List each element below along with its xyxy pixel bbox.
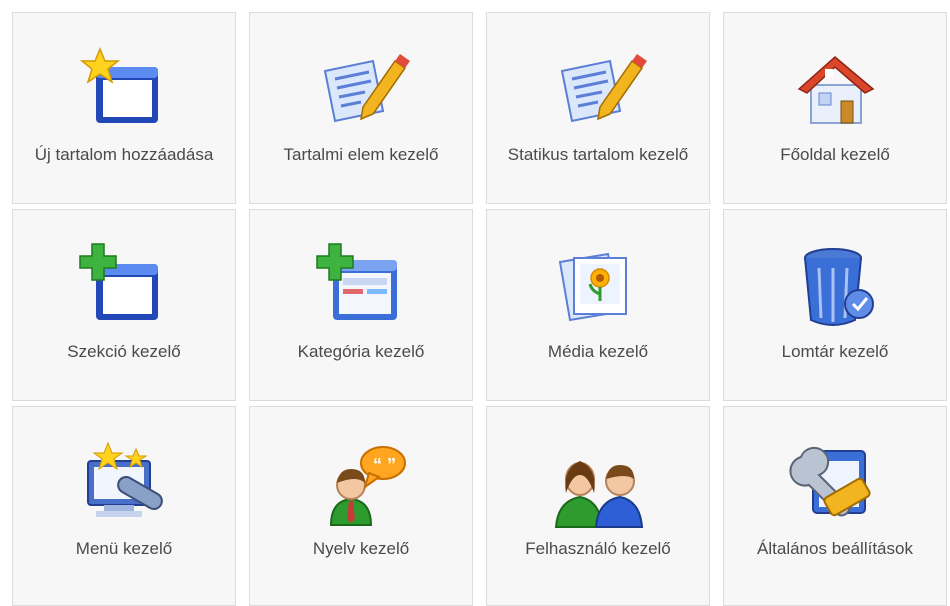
control-panel-grid: Új tartalom hozzáadása Tartalmi elem kez… [0, 0, 950, 606]
language-speech-icon: “ ” [311, 435, 411, 535]
section-add-icon [74, 238, 174, 338]
tile-global-settings[interactable]: Általános beállítások [723, 406, 947, 606]
tile-label: Általános beállítások [757, 539, 913, 558]
tile-label: Nyelv kezelő [312, 539, 410, 558]
tile-users[interactable]: Felhasználó kezelő [486, 406, 710, 606]
tile-media[interactable]: Média kezelő [486, 209, 710, 401]
tile-label: Kategória kezelő [297, 342, 425, 361]
tile-label: Főoldal kezelő [780, 145, 890, 164]
menu-screen-icon [74, 435, 174, 535]
content-item-edit-icon [311, 41, 411, 141]
trash-bin-icon [785, 238, 885, 338]
tile-label: Felhasználó kezelő [525, 539, 671, 558]
tile-label: Tartalmi elem kezelő [283, 145, 439, 164]
new-content-icon [74, 41, 174, 141]
users-icon [548, 435, 648, 535]
tile-label: Új tartalom hozzáadása [34, 145, 214, 164]
tile-new-content[interactable]: Új tartalom hozzáadása [12, 12, 236, 204]
tile-content-items[interactable]: Tartalmi elem kezelő [249, 12, 473, 204]
tile-sections[interactable]: Szekció kezelő [12, 209, 236, 401]
svg-text:“ ”: “ ” [373, 455, 396, 475]
tile-label: Szekció kezelő [67, 342, 181, 361]
settings-tools-icon [785, 435, 885, 535]
tile-label: Lomtár kezelő [781, 342, 889, 361]
category-add-icon [311, 238, 411, 338]
tile-label: Menü kezelő [75, 539, 173, 558]
tile-trash[interactable]: Lomtár kezelő [723, 209, 947, 401]
tile-categories[interactable]: Kategória kezelő [249, 209, 473, 401]
media-pictures-icon [548, 238, 648, 338]
tile-home[interactable]: Főoldal kezelő [723, 12, 947, 204]
tile-static-content[interactable]: Statikus tartalom kezelő [486, 12, 710, 204]
tile-label: Média kezelő [547, 342, 649, 361]
home-icon [785, 41, 885, 141]
tile-menus[interactable]: Menü kezelő [12, 406, 236, 606]
static-content-edit-icon [548, 41, 648, 141]
tile-label: Statikus tartalom kezelő [507, 145, 689, 164]
tile-languages[interactable]: “ ” Nyelv kezelő [249, 406, 473, 606]
